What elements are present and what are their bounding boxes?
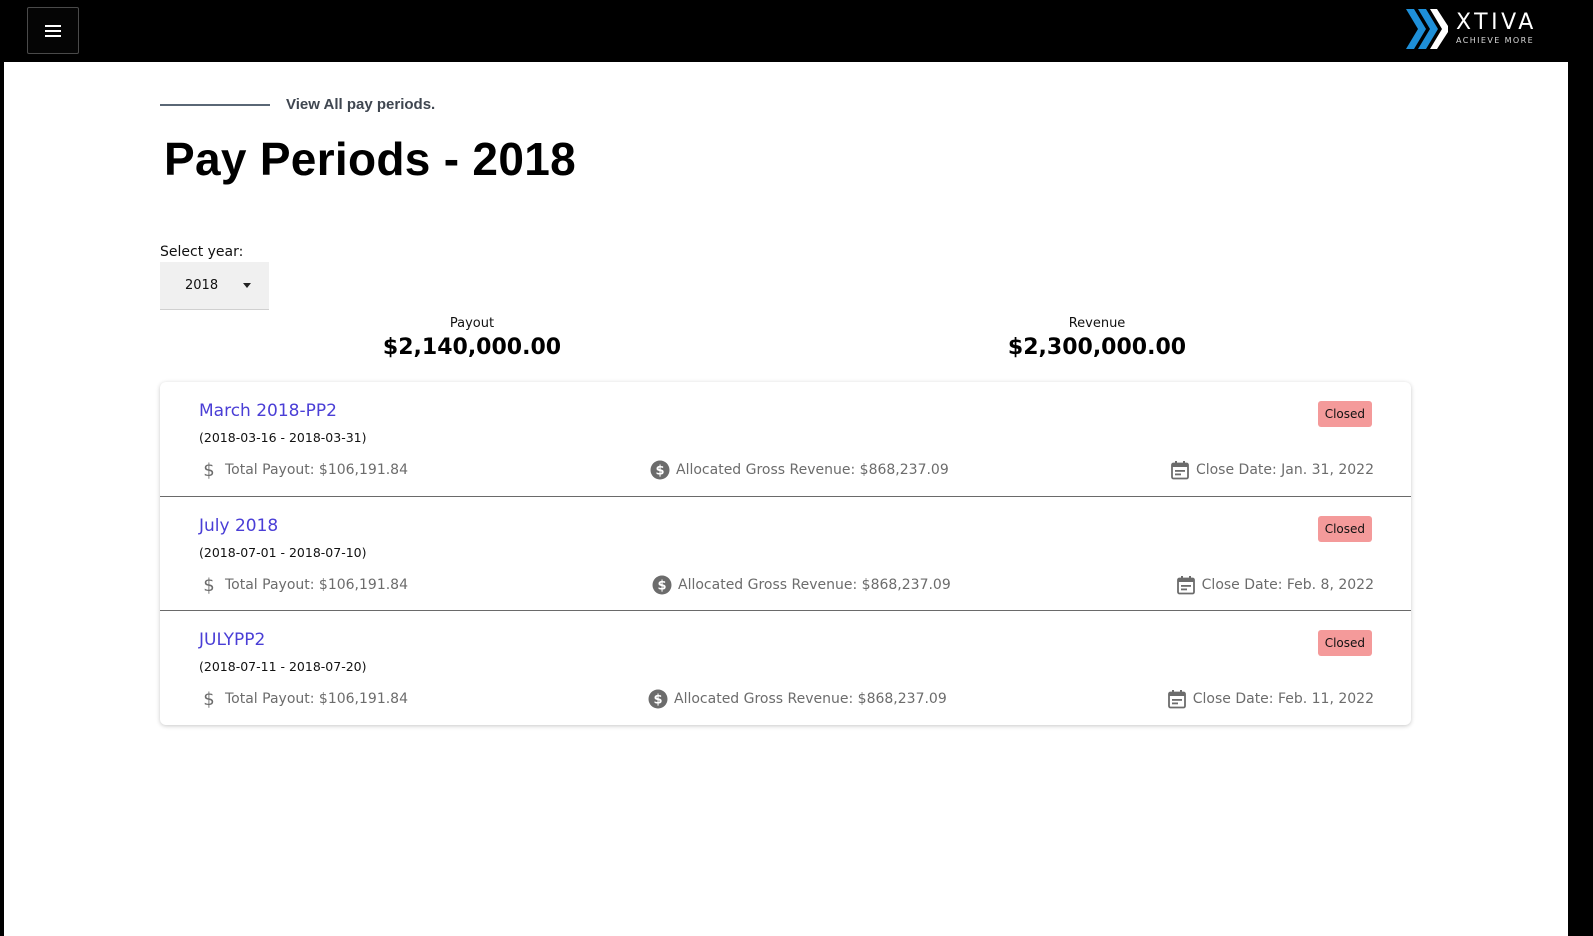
close-date: Close Date: Feb. 11, 2022 (1167, 689, 1374, 709)
xtiva-logo[interactable]: XTIVA ACHIEVE MORE (1406, 8, 1556, 50)
allocated-gross-revenue-text: Allocated Gross Revenue: $868,237.09 (678, 576, 951, 593)
pay-period-item: JULYPP2 (2018-07-11 - 2018-07-20) Closed… (160, 611, 1411, 725)
revenue-summary: Revenue $2,300,000.00 (947, 316, 1247, 360)
year-select[interactable]: 2018 (160, 262, 269, 310)
close-date-text: Close Date: Feb. 11, 2022 (1192, 691, 1374, 707)
logo-name: XTIVA (1456, 10, 1537, 35)
pay-period-name-link[interactable]: July 2018 (199, 516, 278, 536)
page-title: Pay Periods - 2018 (164, 133, 576, 185)
dollar-circle-icon: $ (648, 689, 668, 709)
dollar-icon: $ (199, 689, 219, 709)
payout-summary-value: $2,140,000.00 (382, 335, 562, 360)
status-badge: Closed (1317, 630, 1372, 656)
back-link-line (160, 103, 270, 106)
total-payout-text: Total Payout: $106,191.84 (225, 576, 408, 593)
pay-period-item: March 2018-PP2 (2018-03-16 - 2018-03-31)… (160, 382, 1411, 497)
allocated-gross-revenue: $ Allocated Gross Revenue: $868,237.09 (652, 575, 951, 595)
pay-period-date-range: (2018-03-16 - 2018-03-31) (199, 430, 367, 445)
total-payout: $ Total Payout: $106,191.84 (199, 689, 408, 709)
total-payout-text: Total Payout: $106,191.84 (225, 462, 408, 478)
dollar-icon: $ (199, 575, 219, 595)
close-date-text: Close Date: Feb. 8, 2022 (1201, 576, 1374, 593)
allocated-gross-revenue: $ Allocated Gross Revenue: $868,237.09 (648, 689, 947, 709)
status-badge: Closed (1317, 401, 1372, 427)
pay-period-item: July 2018 (2018-07-01 - 2018-07-10) Clos… (160, 497, 1411, 611)
pay-periods-list: March 2018-PP2 (2018-03-16 - 2018-03-31)… (160, 382, 1411, 725)
dollar-circle-icon: $ (650, 460, 670, 480)
close-date: Close Date: Feb. 8, 2022 (1176, 575, 1374, 595)
main-content: View All pay periods. Pay Periods - 2018… (4, 62, 1568, 936)
allocated-gross-revenue: $ Allocated Gross Revenue: $868,237.09 (650, 460, 949, 480)
top-bar: XTIVA ACHIEVE MORE (0, 0, 1593, 62)
revenue-summary-label: Revenue (1068, 316, 1126, 331)
svg-text:$: $ (657, 578, 666, 593)
svg-text:$: $ (203, 575, 214, 595)
status-badge: Closed (1317, 515, 1372, 542)
total-payout: $ Total Payout: $106,191.84 (199, 575, 408, 595)
close-date-text: Close Date: Jan. 31, 2022 (1195, 462, 1374, 478)
total-payout-text: Total Payout: $106,191.84 (225, 691, 408, 707)
select-year-label: Select year: (160, 244, 244, 260)
calendar-icon (1170, 460, 1190, 480)
xtiva-logo-mark-icon (1406, 9, 1448, 49)
total-payout: $ Total Payout: $106,191.84 (199, 460, 408, 480)
payout-summary-label: Payout (449, 316, 495, 331)
close-date: Close Date: Jan. 31, 2022 (1170, 460, 1374, 480)
svg-text:$: $ (203, 460, 214, 480)
payout-summary: Payout $2,140,000.00 (322, 316, 622, 360)
back-link-label: View All pay periods. (286, 96, 436, 113)
hamburger-menu-icon (45, 24, 61, 37)
window-edge (1568, 62, 1593, 936)
logo-tagline: ACHIEVE MORE (1456, 36, 1535, 45)
allocated-gross-revenue-text: Allocated Gross Revenue: $868,237.09 (674, 691, 947, 707)
svg-text:$: $ (653, 693, 662, 708)
calendar-icon (1167, 689, 1187, 709)
calendar-icon (1176, 575, 1196, 595)
menu-button[interactable] (27, 7, 79, 54)
year-select-value: 2018 (185, 278, 219, 293)
dollar-circle-icon: $ (652, 575, 672, 595)
pay-period-name-link[interactable]: JULYPP2 (199, 630, 265, 650)
dollar-icon: $ (199, 460, 219, 480)
pay-period-name-link[interactable]: March 2018-PP2 (199, 401, 337, 421)
pay-period-date-range: (2018-07-11 - 2018-07-20) (199, 659, 367, 674)
view-all-pay-periods-link[interactable]: View All pay periods. (160, 96, 435, 113)
svg-text:$: $ (203, 689, 214, 709)
svg-text:$: $ (655, 464, 664, 479)
revenue-summary-value: $2,300,000.00 (1007, 335, 1187, 360)
allocated-gross-revenue-text: Allocated Gross Revenue: $868,237.09 (676, 462, 949, 478)
pay-period-date-range: (2018-07-01 - 2018-07-10) (199, 544, 367, 560)
caret-down-icon (243, 283, 251, 288)
